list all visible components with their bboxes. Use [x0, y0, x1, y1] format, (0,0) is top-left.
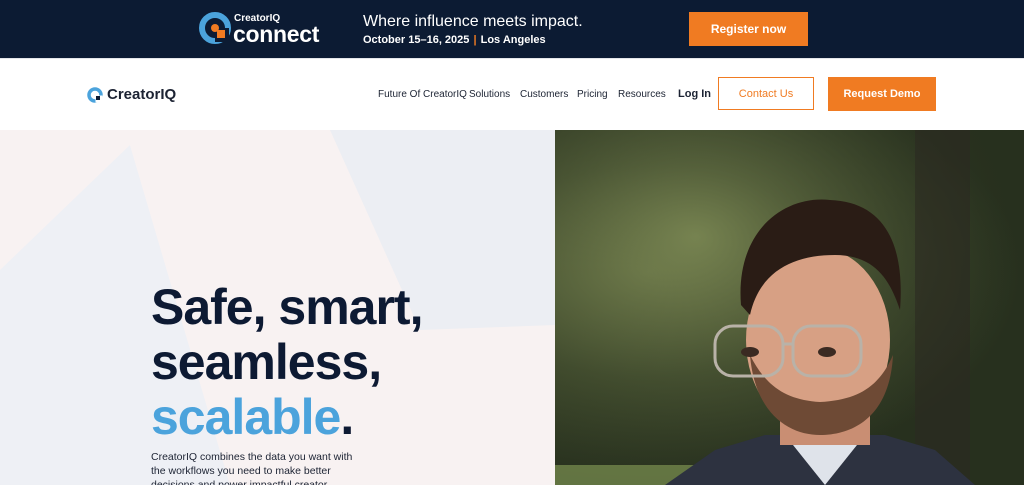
headline-line-2: seamless, — [151, 334, 382, 390]
date-separator: | — [473, 34, 477, 46]
banner-brand-big: connect — [233, 21, 320, 47]
nav-link-resources[interactable]: Resources — [618, 89, 666, 100]
headline-period: . — [340, 389, 354, 445]
login-link[interactable]: Log In — [678, 88, 711, 100]
main-nav: CreatorIQ Future Of CreatorIQ Solutions … — [0, 58, 1024, 131]
request-demo-button[interactable]: Request Demo — [828, 77, 936, 111]
creatoriq-mark-icon — [199, 12, 231, 44]
nav-link-future[interactable]: Future Of CreatorIQ — [378, 89, 467, 100]
logo-text: CreatorIQ — [107, 86, 177, 103]
register-button[interactable]: Register now — [689, 12, 808, 46]
event-banner: CreatorIQ connect Where influence meets … — [0, 0, 1024, 58]
event-location: Los Angeles — [480, 34, 546, 46]
banner-date: October 15–16, 2025 | Los Angeles — [363, 34, 546, 46]
headline-highlight: scalable — [151, 389, 341, 445]
contact-us-button[interactable]: Contact Us — [718, 77, 814, 110]
nav-link-solutions[interactable]: Solutions — [469, 89, 510, 100]
headline-line-1: Safe, smart, — [151, 279, 423, 335]
creatoriq-logo-icon — [87, 86, 103, 103]
banner-tagline: Where influence meets impact. — [363, 13, 583, 30]
nav-link-customers[interactable]: Customers — [520, 89, 568, 100]
hero-section: Safe, smart, seamless, scalable. Creator… — [0, 130, 555, 485]
hero-description: CreatorIQ combines the data you want wit… — [151, 451, 353, 485]
event-date: October 15–16, 2025 — [363, 34, 470, 46]
hero-headline: Safe, smart, seamless, scalable. — [151, 279, 423, 445]
site-logo[interactable]: CreatorIQ — [87, 86, 176, 103]
portrait-image — [555, 130, 1024, 485]
headline-line-3: scalable. — [151, 390, 422, 445]
nav-link-pricing[interactable]: Pricing — [577, 89, 608, 100]
hero-photo — [555, 130, 1024, 485]
